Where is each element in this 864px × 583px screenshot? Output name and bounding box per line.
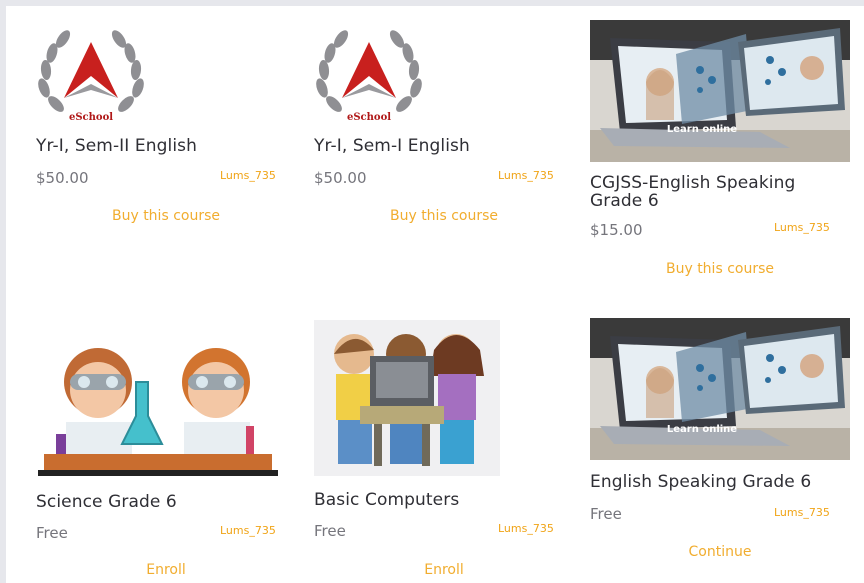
course-title[interactable]: Yr-I, Sem-I English <box>314 136 564 156</box>
course-title[interactable]: English Speaking Grade 6 <box>590 472 860 492</box>
course-title[interactable]: Science Grade 6 <box>36 492 286 512</box>
svg-text:eSchool: eSchool <box>347 112 391 123</box>
enroll-button[interactable]: Enroll <box>66 562 266 578</box>
course-author: Lums_735 <box>498 522 554 535</box>
svg-text:Learn online: Learn online <box>667 124 737 135</box>
course-thumbnail[interactable]: Learn online <box>590 20 850 162</box>
course-title[interactable]: Basic Computers <box>314 490 564 510</box>
course-author: Lums_735 <box>220 169 276 182</box>
continue-button[interactable]: Continue <box>620 544 820 560</box>
course-card[interactable]: eSchool Yr-I, Sem-I English $50.00 Lums_… <box>284 6 574 246</box>
course-price: Free <box>314 522 346 540</box>
course-author: Lums_735 <box>220 524 276 537</box>
course-author: Lums_735 <box>498 169 554 182</box>
kids-computer-icon <box>314 320 500 476</box>
course-thumbnail[interactable]: Learn online <box>590 318 850 460</box>
course-author: Lums_735 <box>774 221 830 234</box>
course-card[interactable]: Learn online CGJSS-English Speaking Grad… <box>562 6 864 296</box>
course-thumbnail[interactable] <box>36 320 280 482</box>
course-thumbnail[interactable]: eSchool <box>36 28 146 124</box>
course-card[interactable]: eSchool Yr-I, Sem-II English $50.00 Lums… <box>6 6 296 246</box>
course-card[interactable]: Basic Computers Free Lums_735 Enroll <box>284 306 574 583</box>
course-card[interactable]: Science Grade 6 Free Lums_735 Enroll <box>6 306 296 583</box>
buy-course-button[interactable]: Buy this course <box>66 208 266 224</box>
course-price: $50.00 <box>36 169 89 187</box>
enroll-button[interactable]: Enroll <box>344 562 544 578</box>
svg-text:Learn online: Learn online <box>667 424 737 435</box>
laptop-learn-online-icon: Learn online <box>590 20 850 162</box>
eschool-logo-icon: eSchool <box>38 30 144 123</box>
course-title[interactable]: Yr-I, Sem-II English <box>36 136 286 156</box>
buy-course-button[interactable]: Buy this course <box>344 208 544 224</box>
course-price: $15.00 <box>590 221 643 239</box>
course-price: Free <box>36 524 68 542</box>
kids-science-lab-icon <box>36 320 280 482</box>
buy-course-button[interactable]: Buy this course <box>620 261 820 277</box>
course-title[interactable]: CGJSS-English Speaking Grade 6 <box>590 174 850 210</box>
svg-text:eSchool: eSchool <box>69 112 113 123</box>
eschool-logo-icon: eSchool <box>316 30 422 123</box>
course-thumbnail[interactable]: eSchool <box>314 28 424 124</box>
course-thumbnail[interactable] <box>314 320 500 476</box>
course-card[interactable]: Learn online English Speaking Grade 6 Fr… <box>562 306 864 583</box>
course-price: $50.00 <box>314 169 367 187</box>
course-grid: eSchool Yr-I, Sem-II English $50.00 Lums… <box>6 6 864 583</box>
course-price: Free <box>590 505 622 523</box>
course-author: Lums_735 <box>774 506 830 519</box>
laptop-learn-online-icon: Learn online <box>590 318 850 460</box>
